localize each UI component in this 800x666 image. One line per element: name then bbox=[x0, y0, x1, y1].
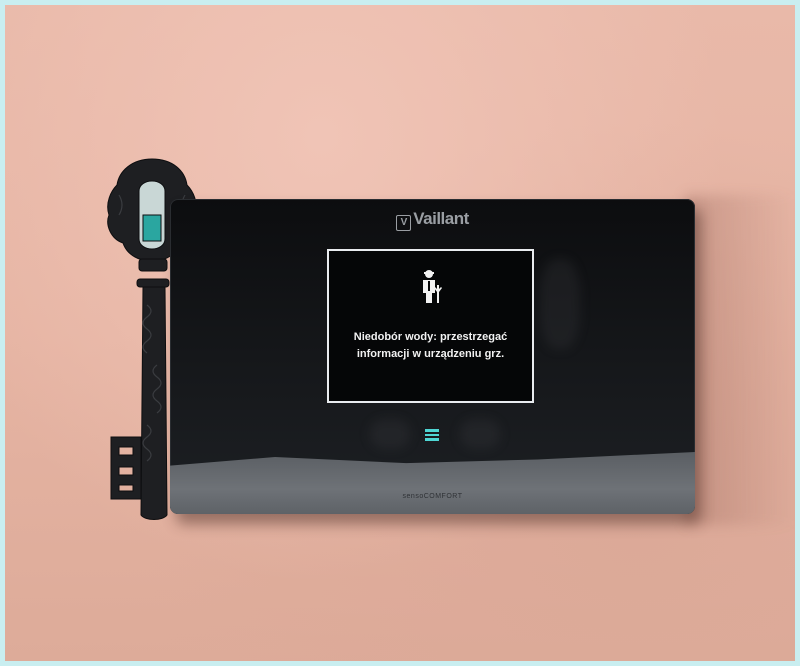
model-name: sensoCOMFORT bbox=[402, 493, 463, 500]
device-bottom-panel bbox=[170, 452, 695, 514]
screen-reflection bbox=[370, 419, 410, 449]
brand-mark-icon: V bbox=[396, 215, 412, 231]
error-message: Niedobór wody: przestrzegać informacji w… bbox=[353, 331, 508, 360]
brand-logo: V Vaillant bbox=[170, 209, 695, 231]
thermostat-device: V Vaillant Niedobór wody: przestrzegać in… bbox=[170, 199, 695, 514]
brand-name: Vaillant bbox=[413, 209, 469, 228]
service-technician-icon bbox=[423, 270, 442, 303]
screen-reflection bbox=[540, 259, 580, 349]
photo: V Vaillant Niedobór wody: przestrzegać in… bbox=[5, 5, 795, 661]
message-screen: Niedobór wody: przestrzegać informacji w… bbox=[327, 249, 534, 403]
hamburger-menu-icon bbox=[425, 429, 439, 432]
wall-shadow bbox=[685, 195, 795, 525]
menu-button[interactable] bbox=[423, 427, 441, 445]
screen-reflection bbox=[460, 419, 500, 449]
